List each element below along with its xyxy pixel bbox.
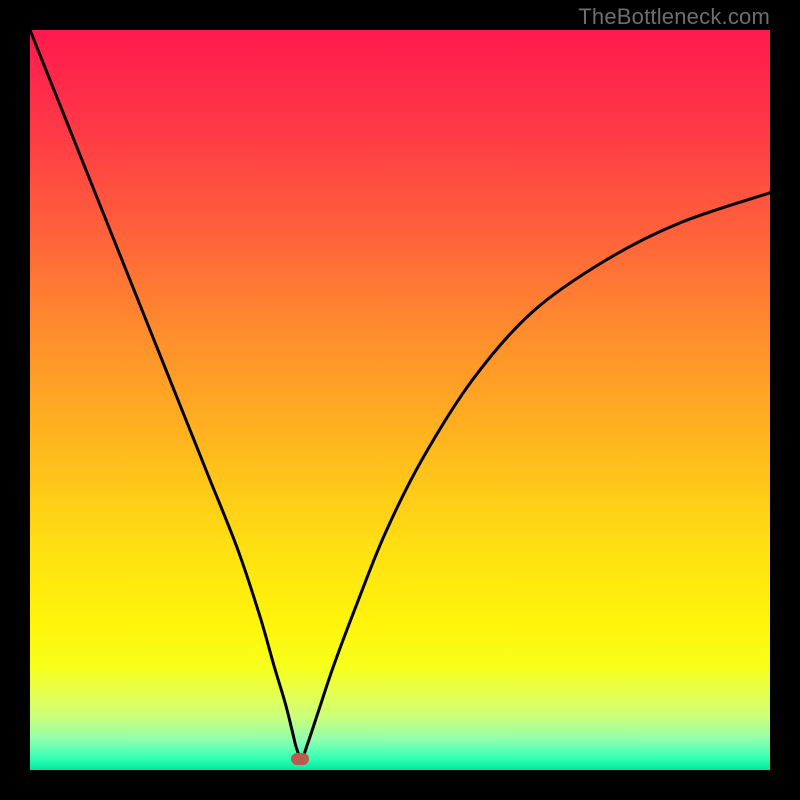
chart-frame: TheBottleneck.com (0, 0, 800, 800)
watermark-label: TheBottleneck.com (578, 4, 770, 30)
bottleneck-curve (30, 30, 770, 770)
plot-area (30, 30, 770, 770)
minimum-marker (291, 753, 309, 765)
